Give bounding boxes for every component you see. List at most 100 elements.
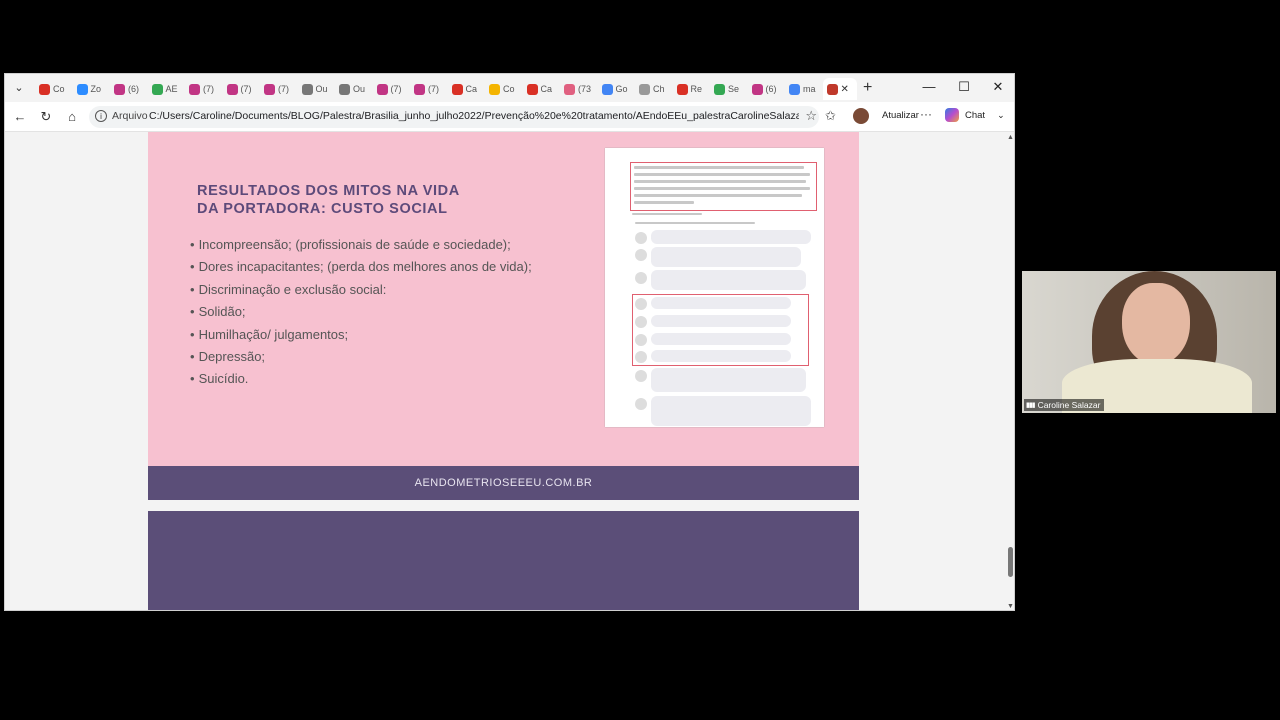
instagram-icon xyxy=(751,83,763,95)
info-icon[interactable]: i xyxy=(95,110,107,122)
bullet-item: Solidão; xyxy=(190,301,532,323)
avatar xyxy=(635,398,647,410)
tab-label: Co xyxy=(53,84,65,94)
tab-search-chevron-icon[interactable]: ⌄ xyxy=(11,80,27,96)
profile-avatar[interactable] xyxy=(853,108,869,124)
maximize-button[interactable]: ☐ xyxy=(955,79,973,95)
circle-icon xyxy=(339,83,350,95)
tab-bar: ⌄ Co Zo (6) AE (7) (7) (7) Ou Ou (7) (7) Ca Co Ca (73 G… xyxy=(5,74,1014,102)
avatar xyxy=(635,249,647,261)
browser-tab[interactable]: (73 xyxy=(560,78,598,100)
comment-bubble xyxy=(651,297,791,309)
browser-tab[interactable]: Co xyxy=(485,78,523,100)
browser-tab[interactable]: Co xyxy=(35,78,73,100)
bookmark-star-icon[interactable]: ☆ xyxy=(805,108,817,124)
browser-tab[interactable]: (7) xyxy=(410,78,448,100)
participant-label: ▮▮▮ Caroline Salazar xyxy=(1024,399,1105,411)
scrollbar-thumb[interactable] xyxy=(1008,547,1013,577)
scroll-up-icon[interactable]: ▲ xyxy=(1007,134,1014,141)
favorites-icon[interactable]: ✩ xyxy=(825,108,836,124)
comment-bubble xyxy=(651,247,801,267)
tab-label: Ca xyxy=(465,84,478,94)
browser-tab[interactable]: (7) xyxy=(185,78,223,100)
new-tab-button[interactable]: + xyxy=(863,79,872,97)
scroll-down-icon[interactable]: ▼ xyxy=(1007,603,1014,610)
browser-tab[interactable]: AE xyxy=(148,78,186,100)
avatar xyxy=(635,316,647,328)
avatar xyxy=(635,334,647,346)
tab-label: Re xyxy=(690,84,703,94)
reload-icon[interactable]: ↻ xyxy=(37,108,55,126)
close-window-button[interactable]: ✕ xyxy=(989,79,1007,95)
chatgpt-icon xyxy=(639,83,650,95)
drive-icon xyxy=(151,83,163,95)
browser-tab[interactable]: (7) xyxy=(373,78,411,100)
google-icon xyxy=(789,83,800,95)
pencil-icon xyxy=(489,83,500,95)
chevron-down-icon[interactable]: ⌄ xyxy=(997,110,1005,121)
tab-label: (7) xyxy=(240,84,252,94)
browser-tab[interactable]: Ca xyxy=(448,78,486,100)
slide-title: RESULTADOS DOS MITOS NA VIDA DA PORTADOR… xyxy=(197,182,527,218)
instagram-icon xyxy=(226,83,238,95)
comment-bubble xyxy=(651,350,791,362)
bullet-item: Humilhação/ julgamentos; xyxy=(190,324,532,346)
facebook-comments-screenshot xyxy=(605,148,824,427)
tab-label: Go xyxy=(615,84,628,94)
browser-tab[interactable]: Ou xyxy=(298,78,336,100)
slide-footer: AENDOMETRIOSEEEU.COM.BR xyxy=(148,466,859,500)
webcam-person-face xyxy=(1122,283,1190,365)
bullet-item: Depressão; xyxy=(190,346,532,368)
home-icon[interactable]: ⌂ xyxy=(63,108,81,126)
comment-bubble xyxy=(651,315,791,327)
text-line xyxy=(632,213,702,215)
browser-tab[interactable]: ma xyxy=(785,78,823,100)
comment-bubble xyxy=(651,333,791,345)
comment-bubble xyxy=(651,230,811,244)
update-button[interactable]: Atualizar xyxy=(882,110,919,121)
gmail-icon xyxy=(451,83,463,95)
tab-label: (7) xyxy=(278,84,289,94)
browser-tab[interactable]: Ch xyxy=(635,78,673,100)
tab-strip: Co Zo (6) AE (7) (7) (7) Ou Ou (7) (7) Ca Co Ca (73 Go C… xyxy=(35,78,857,100)
minimize-button[interactable]: — xyxy=(920,79,938,94)
tab-label: Ca xyxy=(540,84,553,94)
browser-tab[interactable]: Ca xyxy=(523,78,561,100)
next-slide-page xyxy=(148,511,859,610)
signal-bars-icon: ▮▮▮ xyxy=(1026,402,1036,409)
address-bar[interactable]: i Arquivo C:/Users/Caroline/Documents/BL… xyxy=(89,106,819,128)
browser-tab[interactable]: Go xyxy=(598,78,636,100)
browser-tab[interactable]: Zo xyxy=(73,78,111,100)
pdf-viewer[interactable]: RESULTADOS DOS MITOS NA VIDA DA PORTADOR… xyxy=(5,132,1005,610)
comment-bubble xyxy=(651,396,811,426)
avatar xyxy=(635,298,647,310)
more-menu-icon[interactable]: ··· xyxy=(920,107,932,121)
bullet-item: Suicídio. xyxy=(190,368,532,390)
gmail-icon xyxy=(526,83,538,95)
close-tab-icon[interactable]: ✕ xyxy=(841,84,849,95)
tab-label: (6) xyxy=(765,84,777,94)
browser-tab[interactable]: Re xyxy=(673,78,711,100)
url-text[interactable]: C:/Users/Caroline/Documents/BLOG/Palestr… xyxy=(149,110,799,122)
back-arrow-icon[interactable]: ← xyxy=(11,108,29,126)
browser-tab-active[interactable]: ✕ xyxy=(822,78,857,100)
chat-button[interactable]: Chat ⌄ xyxy=(945,108,1005,122)
browser-tab[interactable]: Se xyxy=(710,78,748,100)
copilot-icon xyxy=(945,108,959,122)
participant-name: Caroline Salazar xyxy=(1037,400,1101,410)
pdf-icon xyxy=(826,83,838,95)
tab-label: Ou xyxy=(315,84,328,94)
vertical-scrollbar[interactable]: ▲ ▼ xyxy=(1005,132,1014,610)
browser-tab[interactable]: Ou xyxy=(335,78,373,100)
browser-tab[interactable]: (7) xyxy=(260,78,298,100)
text-line xyxy=(634,194,802,197)
browser-tab[interactable]: (6) xyxy=(748,78,786,100)
browser-tab[interactable]: (6) xyxy=(110,78,148,100)
gmail-icon xyxy=(676,83,688,95)
browser-tab[interactable]: (7) xyxy=(223,78,261,100)
zoom-icon xyxy=(76,83,88,95)
bullet-item: Discriminação e exclusão social: xyxy=(190,279,532,301)
slide-title-line-1: RESULTADOS DOS MITOS NA VIDA xyxy=(197,183,460,199)
circle-icon xyxy=(301,83,313,95)
instagram-icon xyxy=(189,83,200,95)
